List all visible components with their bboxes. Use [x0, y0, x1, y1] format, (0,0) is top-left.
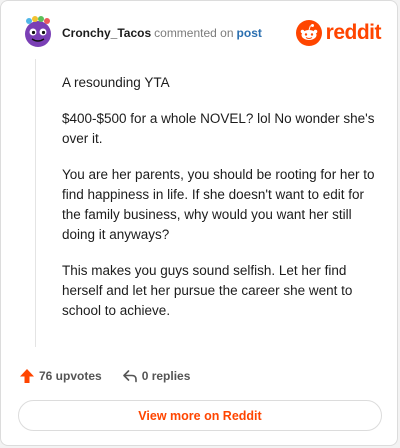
- username[interactable]: Cronchy_Tacos: [62, 26, 151, 40]
- comment-body: A resounding YTA $400-$500 for a whole N…: [62, 73, 380, 337]
- comment-embed-card: Cronchy_Tacos commented on post reddit A r…: [0, 0, 398, 446]
- reddit-snoo-icon: [295, 20, 322, 46]
- comment-paragraph: A resounding YTA: [62, 75, 170, 90]
- replies-button[interactable]: 0 replies: [122, 368, 191, 384]
- reply-arrow-icon: [122, 370, 137, 383]
- upvote-arrow-icon: [20, 369, 34, 383]
- comment-actions: 76 upvotes 0 replies: [19, 366, 190, 386]
- thread-line: [35, 59, 36, 347]
- comment-paragraph: You are her parents, you should be rooti…: [62, 167, 375, 242]
- post-link[interactable]: post: [237, 26, 262, 40]
- reddit-logo[interactable]: reddit: [295, 19, 382, 47]
- reply-count: 0 replies: [141, 369, 191, 383]
- comment-header: Cronchy_Tacos commented on post reddit: [19, 15, 382, 55]
- comment-paragraph: $400-$500 for a whole NOVEL? lol No wond…: [62, 111, 375, 146]
- comment-meta: Cronchy_Tacos commented on post: [62, 26, 262, 40]
- upvote-count: 76 upvotes: [39, 369, 102, 383]
- user-avatar[interactable]: [21, 15, 55, 49]
- reddit-wordmark: reddit: [325, 21, 382, 44]
- view-more-button[interactable]: View more on Reddit: [18, 400, 382, 431]
- comment-paragraph: This makes you guys sound selfish. Let h…: [62, 263, 353, 318]
- upvote-button[interactable]: 76 upvotes: [19, 368, 102, 384]
- action-text: commented on: [154, 26, 234, 40]
